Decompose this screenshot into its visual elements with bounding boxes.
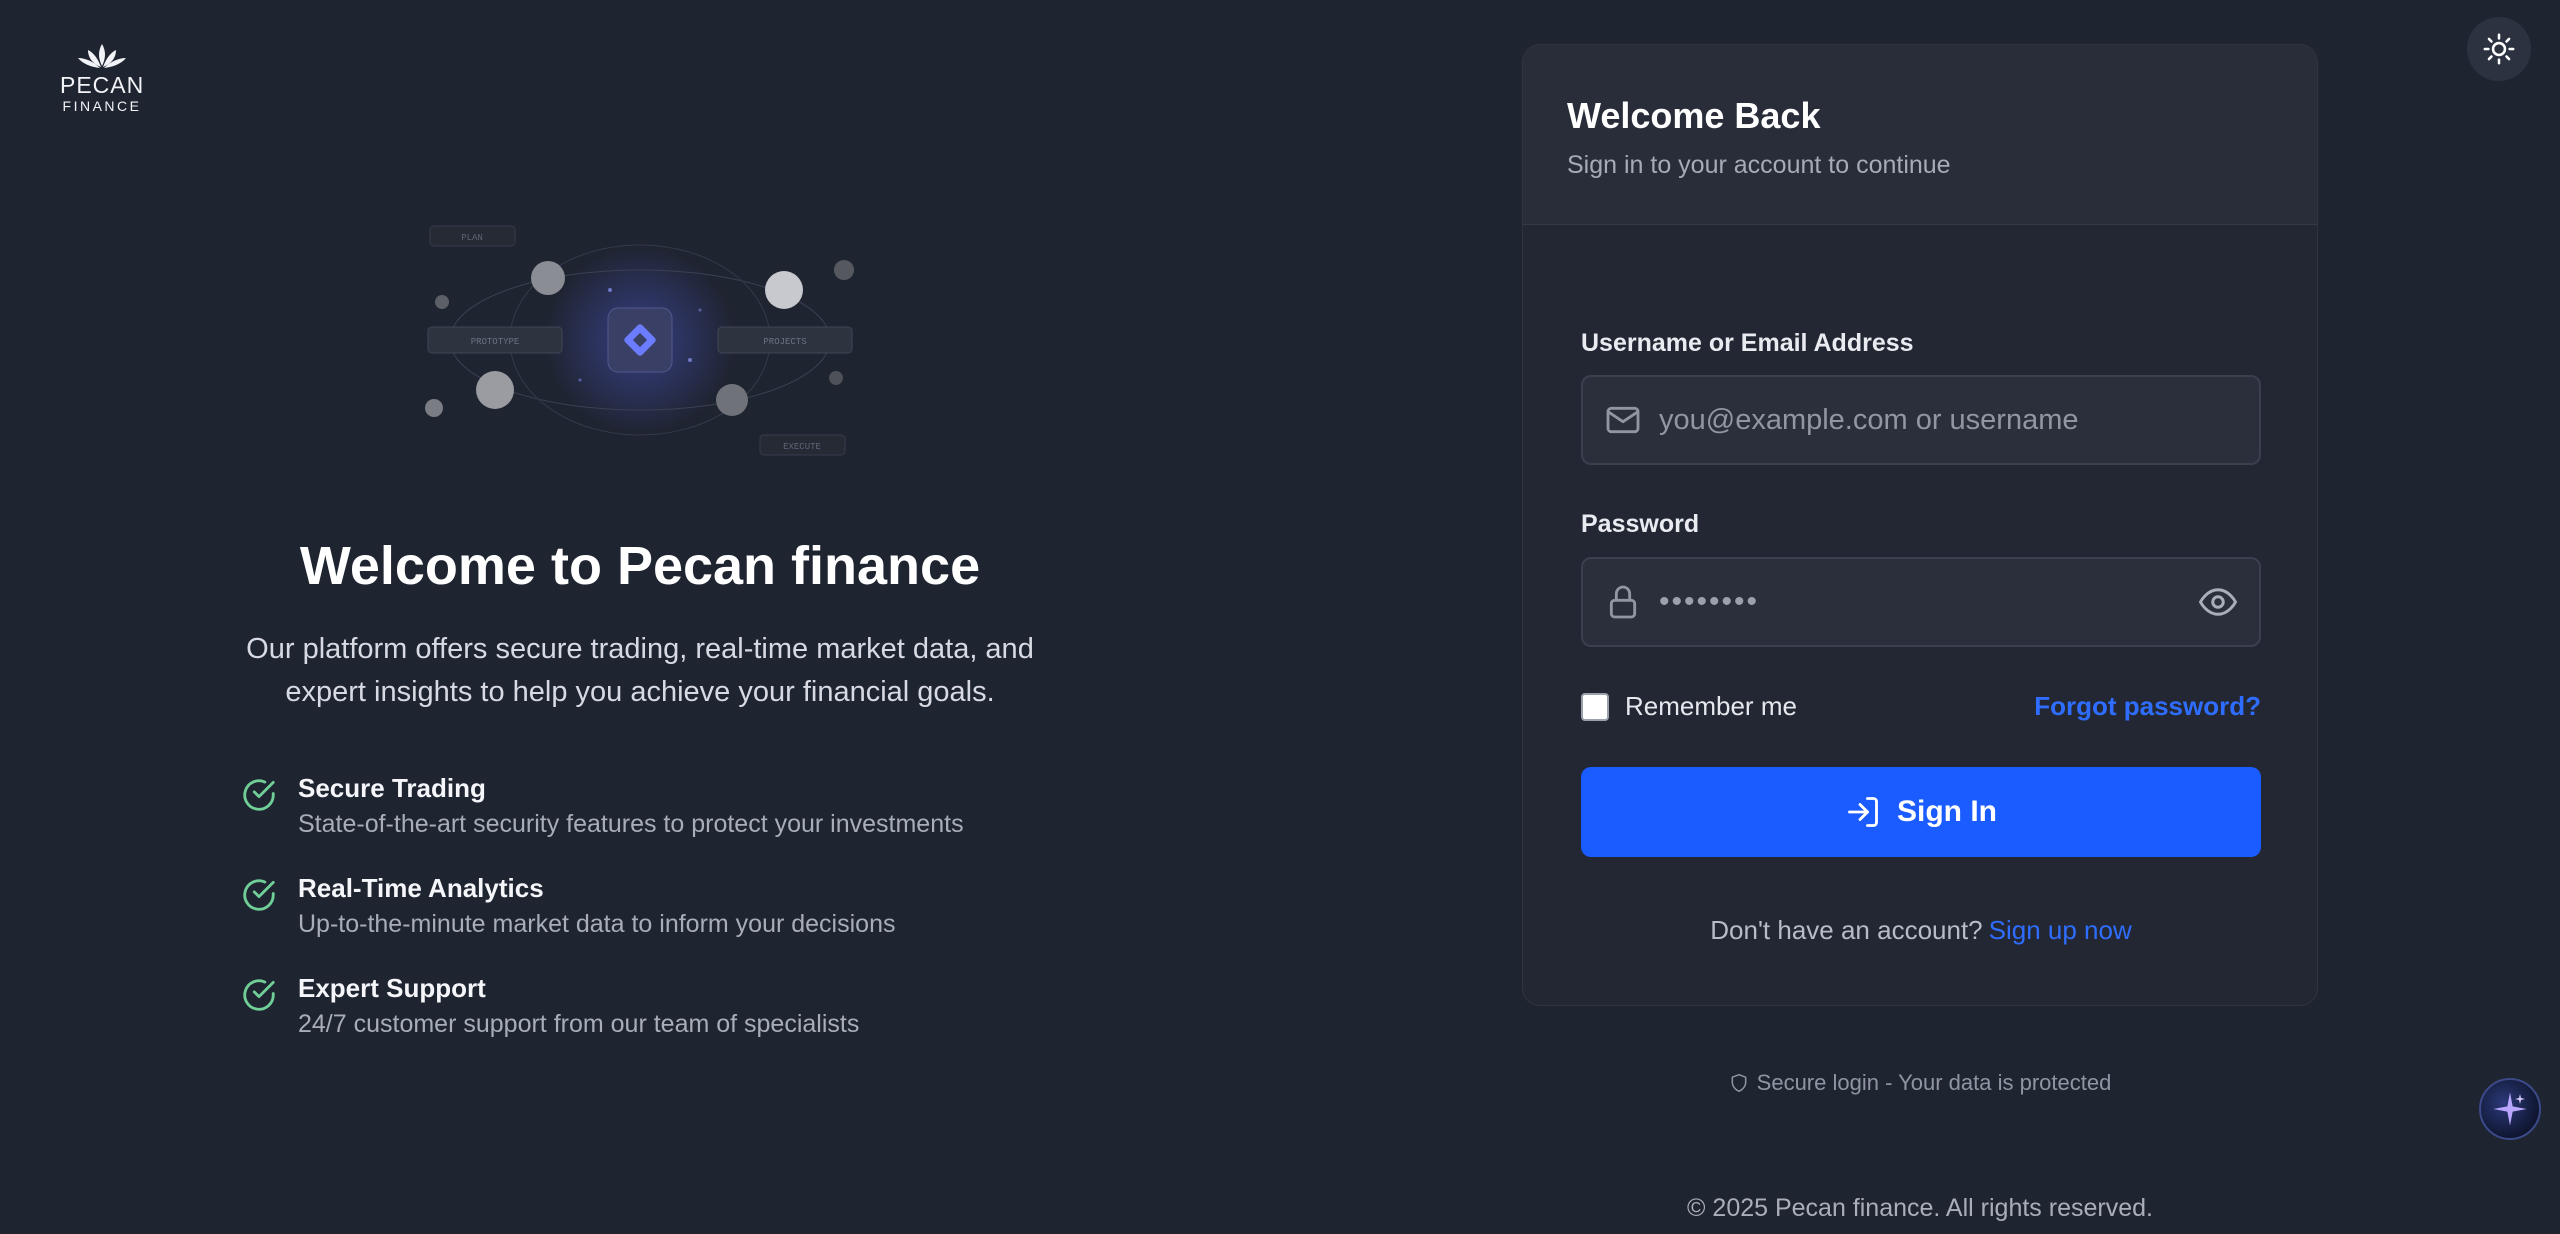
- feature-desc: State-of-the-art security features to pr…: [298, 810, 964, 838]
- signup-link[interactable]: Sign up now: [1989, 915, 2132, 945]
- feature-desc: 24/7 customer support from our team of s…: [298, 1010, 860, 1038]
- remember-me-checkbox[interactable]: [1581, 692, 1609, 721]
- lotus-logo-icon: [78, 44, 126, 68]
- mail-icon: [1606, 406, 1640, 434]
- forgot-password-link[interactable]: Forgot password?: [2034, 691, 2261, 722]
- logo-sub: FINANCE: [62, 98, 142, 114]
- password-label: Password: [1581, 510, 1700, 538]
- eye-icon[interactable]: [2197, 581, 2239, 623]
- hero-title: Welcome to Pecan finance: [299, 536, 981, 596]
- password-input[interactable]: ••••••••: [1659, 585, 2197, 619]
- sun-icon: [2483, 33, 2515, 65]
- feature-item: Secure Trading State-of-the-art security…: [240, 770, 1040, 870]
- theme-toggle-button[interactable]: [2467, 17, 2531, 81]
- signup-prompt: Don't have an account? Sign up now: [1523, 915, 2317, 946]
- hero-description: Our platform offers secure trading, real…: [246, 633, 1034, 708]
- feature-title: Expert Support: [298, 973, 486, 1003]
- card-subtitle: Sign in to your account to continue: [1567, 151, 1951, 179]
- tag-plan: PLAN: [461, 233, 483, 243]
- shield-icon: [1731, 1073, 1747, 1093]
- sign-in-button[interactable]: Sign In: [1581, 767, 2261, 857]
- sparkle-icon: [2493, 1092, 2527, 1126]
- feature-item: Real-Time Analytics Up-to-the-minute mar…: [240, 870, 1040, 970]
- logo-name: PECAN: [60, 72, 145, 98]
- login-card: Welcome Back Sign in to your account to …: [1522, 44, 2318, 1006]
- brand-logo[interactable]: PECAN FINANCE: [60, 42, 144, 113]
- tag-prototype: PROTOTYPE: [471, 337, 520, 347]
- check-circle-icon: [243, 779, 275, 811]
- password-field[interactable]: ••••••••: [1581, 557, 2261, 647]
- feature-desc: Up-to-the-minute market data to inform y…: [298, 910, 896, 938]
- assistant-button[interactable]: [2479, 1078, 2541, 1140]
- tag-execute: EXECUTE: [783, 442, 821, 452]
- check-circle-icon: [243, 879, 275, 911]
- feature-title: Secure Trading: [298, 773, 486, 803]
- hero-illustration: PLAN PROTOTYPE PROJECTS EXECUTE: [400, 210, 880, 470]
- card-title: Welcome Back: [1567, 95, 1821, 136]
- username-input[interactable]: [1659, 403, 2259, 437]
- feature-title: Real-Time Analytics: [298, 873, 544, 903]
- lock-icon: [1609, 585, 1637, 619]
- remember-me[interactable]: Remember me: [1581, 691, 1797, 722]
- tag-projects: PROJECTS: [763, 337, 806, 347]
- network-illustration: PLAN PROTOTYPE PROJECTS EXECUTE: [425, 225, 854, 456]
- username-field[interactable]: [1581, 375, 2261, 465]
- feature-list: Secure Trading State-of-the-art security…: [240, 770, 1040, 1070]
- secure-note-text: Secure login - Your data is protected: [1756, 1070, 2112, 1095]
- copyright: © 2025 Pecan finance. All rights reserve…: [1687, 1194, 2153, 1222]
- username-label: Username or Email Address: [1581, 329, 1914, 357]
- card-header: Welcome Back Sign in to your account to …: [1523, 45, 2317, 225]
- login-page: PECAN FINANCE PLAN PROTOTYPE PROJECTS EX…: [0, 0, 2560, 1234]
- signup-text: Don't have an account?: [1710, 915, 1983, 945]
- sign-in-label: Sign In: [1897, 795, 1997, 828]
- check-circle-icon: [243, 979, 275, 1011]
- secure-login-note: Secure login - Your data is protected: [1522, 1070, 2318, 1096]
- feature-item: Expert Support 24/7 customer support fro…: [240, 970, 1040, 1070]
- remember-me-label[interactable]: Remember me: [1625, 691, 1797, 722]
- login-icon: [1848, 797, 1878, 827]
